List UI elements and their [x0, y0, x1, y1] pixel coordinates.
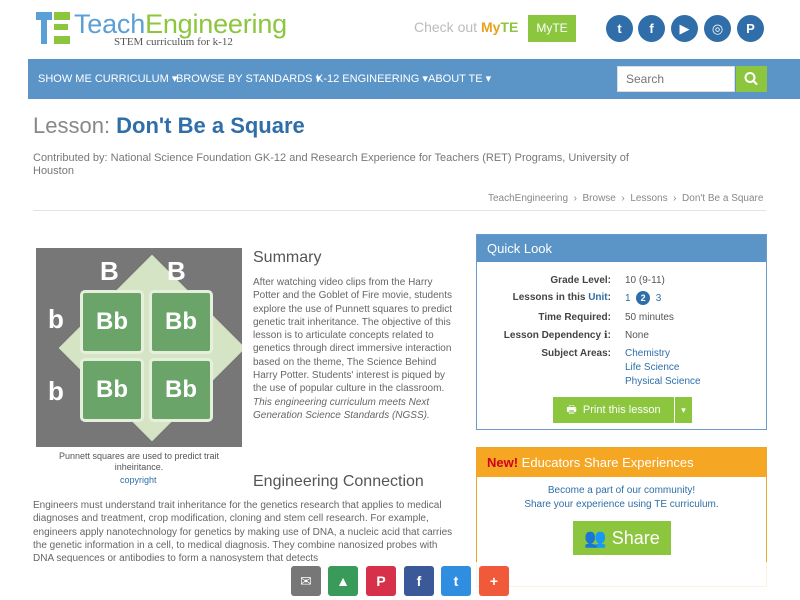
- summary-heading: Summary: [253, 249, 322, 266]
- instagram-icon[interactable]: ◎: [704, 15, 731, 42]
- facebook-share-icon[interactable]: f: [404, 566, 434, 596]
- breadcrumb-separator: ›: [618, 193, 628, 204]
- community-link[interactable]: Become a part of our community!: [477, 485, 766, 496]
- myte-button[interactable]: MyTE: [528, 15, 576, 42]
- lesson-numbers: 1 2 3: [625, 291, 661, 305]
- pinterest-icon[interactable]: P: [737, 15, 764, 42]
- lessons-in-unit-label: Lessons in this Unit:: [512, 292, 611, 303]
- share-button[interactable]: 👥 Share: [573, 521, 671, 555]
- print-lesson-button[interactable]: 🖶 Print this lesson: [553, 397, 674, 423]
- side-allele: b: [48, 376, 64, 406]
- share-bar: ✉ ▲ P f t +: [0, 562, 800, 600]
- copyright-link[interactable]: copyright: [120, 475, 157, 485]
- punnett-cell: Bb: [149, 358, 213, 422]
- contributed-by: Contributed by: National Science Foundat…: [33, 152, 629, 177]
- quick-look-heading: Quick Look: [477, 235, 766, 262]
- subject-life-science-link[interactable]: Life Science: [625, 362, 679, 373]
- twitter-icon[interactable]: t: [606, 15, 633, 42]
- nav-k12-engineering[interactable]: K-12 ENGINEERING ▾: [316, 59, 428, 99]
- top-allele: B: [167, 256, 186, 286]
- people-icon: 👥: [584, 528, 607, 548]
- time-required-value: 50 minutes: [625, 312, 674, 323]
- pinterest-share-icon[interactable]: P: [366, 566, 396, 596]
- print-options-dropdown[interactable]: ▾: [675, 397, 692, 423]
- breadcrumb-separator: ›: [570, 193, 580, 204]
- image-caption: Punnett squares are used to predict trai…: [58, 451, 220, 472]
- lesson-number-link[interactable]: 1: [625, 293, 631, 304]
- nav-show-me-curriculum[interactable]: SHOW ME CURRICULUM ▾: [38, 59, 177, 99]
- youtube-icon[interactable]: ▶: [671, 15, 698, 42]
- side-allele: b: [48, 304, 64, 334]
- punnett-cell: Bb: [80, 290, 144, 354]
- lesson-dependency-label: Lesson Dependency ℹ:: [503, 330, 611, 341]
- ngss-note: This engineering curriculum meets Next G…: [253, 396, 430, 421]
- lesson-dependency-value: None: [625, 330, 649, 341]
- time-required-label: Time Required:: [538, 312, 611, 323]
- engineering-connection-text: Engineers must understand trait inherita…: [33, 500, 453, 565]
- punnett-cell: Bb: [149, 290, 213, 354]
- subject-chemistry-link[interactable]: Chemistry: [625, 348, 670, 359]
- grade-level-label: Grade Level:: [550, 275, 611, 286]
- subject-areas-label: Subject Areas:: [541, 348, 611, 359]
- share-experience-link[interactable]: Share your experience using TE curriculu…: [477, 499, 766, 510]
- breadcrumb-separator: ›: [670, 193, 680, 204]
- quick-look-panel: Quick Look Grade Level: 10 (9-11) Lesson…: [476, 234, 767, 430]
- educators-heading: New! Educators Share Experiences: [477, 448, 766, 477]
- facebook-icon[interactable]: f: [638, 15, 665, 42]
- search-input[interactable]: [617, 66, 735, 92]
- search-button[interactable]: [736, 66, 767, 92]
- search-icon: [744, 72, 758, 86]
- main-nav: SHOW ME CURRICULUM ▾ BROWSE BY STANDARDS…: [28, 59, 800, 99]
- nav-browse-by-standards[interactable]: BROWSE BY STANDARDS ▾: [176, 59, 321, 99]
- google-classroom-share-icon[interactable]: ▲: [328, 566, 358, 596]
- punnett-square-image[interactable]: B B b b Bb Bb Bb Bb: [36, 248, 242, 447]
- page-title: Lesson: Don't Be a Square: [33, 113, 305, 138]
- breadcrumb-current: Don't Be a Square: [682, 193, 764, 204]
- current-lesson-badge: 2: [636, 291, 651, 305]
- breadcrumb-teachengineering[interactable]: TeachEngineering: [488, 193, 568, 204]
- email-share-icon[interactable]: ✉: [291, 566, 321, 596]
- nav-about-te[interactable]: ABOUT TE ▾: [428, 59, 491, 99]
- subject-physical-science-link[interactable]: Physical Science: [625, 376, 701, 387]
- site-header: TeachEngineering STEM curriculum for k-1…: [0, 0, 800, 58]
- logo-title: TeachEngineering: [74, 9, 287, 39]
- teachengineering-logo[interactable]: TeachEngineering STEM curriculum for k-1…: [36, 10, 287, 48]
- print-icon: 🖶: [566, 404, 577, 416]
- summary-text: After watching video clips from the Harr…: [253, 277, 453, 421]
- divider: [33, 210, 766, 211]
- engineering-connection-heading: Engineering Connection: [253, 473, 424, 490]
- twitter-share-icon[interactable]: t: [441, 566, 471, 596]
- unit-link[interactable]: Unit: [588, 292, 607, 303]
- top-allele: B: [100, 256, 119, 286]
- more-share-icon[interactable]: +: [479, 566, 509, 596]
- punnett-cell: Bb: [80, 358, 144, 422]
- breadcrumb-browse[interactable]: Browse: [583, 193, 616, 204]
- te-logo-mark: [36, 10, 72, 46]
- grade-level-value: 10 (9-11): [625, 275, 665, 286]
- checkout-myte-text: Check out MyTE: [414, 19, 519, 35]
- breadcrumb: TeachEngineering › Browse › Lessons › Do…: [488, 193, 763, 204]
- breadcrumb-lessons[interactable]: Lessons: [630, 193, 667, 204]
- lesson-number-link[interactable]: 3: [656, 293, 662, 304]
